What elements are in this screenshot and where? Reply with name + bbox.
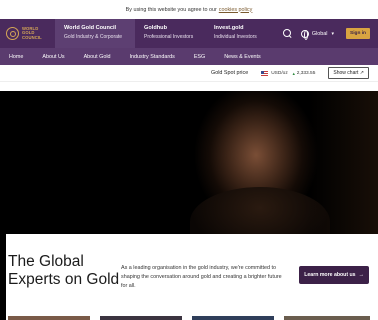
nav-item-about-us[interactable]: About Us <box>42 54 64 60</box>
nav-item-industry-standards[interactable]: Industry Standards <box>130 54 175 60</box>
main-nav: Home About Us About Gold Industry Standa… <box>0 48 378 65</box>
show-chart-button[interactable]: Show chart ↗ <box>328 67 369 79</box>
card-thumb[interactable] <box>100 316 182 320</box>
region-label: Global <box>311 30 328 37</box>
card-thumb[interactable] <box>284 316 370 320</box>
brand-tab-subtitle: Professional Investors <box>144 34 194 40</box>
gold-spot-price-bar: Gold Spot price USD/oz ▲ 2,333.55 Show c… <box>0 65 378 82</box>
card-strip <box>0 316 378 320</box>
header-actions: Global ▾ Sign in <box>282 19 378 48</box>
nav-item-esg[interactable]: ESG <box>194 54 205 60</box>
brand-tab-invest-gold[interactable]: Invest.gold Individual Investors <box>205 19 275 48</box>
card-thumb[interactable] <box>192 316 274 320</box>
cookie-text: By using this website you agree to our <box>125 6 217 13</box>
hero-image <box>0 91 378 234</box>
arrow-right-icon: → <box>358 272 364 278</box>
brand-tab-subtitle: Gold Industry & Corporate <box>64 34 123 40</box>
hero-portrait-silhouette <box>190 187 330 234</box>
nav-item-news-events[interactable]: News & Events <box>224 54 261 60</box>
cookie-policy-link[interactable]: cookies policy <box>219 7 253 13</box>
brand-tab-world-gold-council[interactable]: World Gold Council Gold Industry & Corpo… <box>55 19 135 48</box>
show-chart-label: Show chart <box>333 70 359 76</box>
learn-more-label: Learn more about us <box>304 272 356 278</box>
spot-price-value: 2,333.55 <box>296 70 316 76</box>
nav-item-home[interactable]: Home <box>9 54 23 60</box>
cookie-banner: By using this website you agree to our c… <box>0 0 378 19</box>
us-flag-icon <box>261 70 269 76</box>
wgc-logo[interactable]: WORLD GOLD COUNCIL <box>0 19 55 48</box>
learn-more-button[interactable]: Learn more about us → <box>299 266 369 284</box>
spot-currency: USD/oz <box>271 70 288 76</box>
chevron-down-icon: ▾ <box>331 30 334 37</box>
brand-bar: WORLD GOLD COUNCIL World Gold Council Go… <box>0 19 378 48</box>
sign-in-button[interactable]: Sign in <box>346 28 370 39</box>
nav-item-about-gold[interactable]: About Gold <box>84 54 111 60</box>
logo-wordmark: WORLD GOLD COUNCIL <box>22 25 42 40</box>
logo-emblem-icon <box>6 27 19 40</box>
hero-glow <box>310 91 378 234</box>
brand-tab-title: Invest.gold <box>214 25 244 31</box>
brand-tab-goldhub[interactable]: Goldhub Professional Investors <box>135 19 205 48</box>
hero-copy: As a leading organisation in the gold in… <box>121 265 282 289</box>
brand-tab-subtitle: Individual Investors <box>214 34 257 40</box>
price-up-icon: ▲ <box>291 70 296 76</box>
globe-icon <box>300 29 309 40</box>
brand-tab-title: World Gold Council <box>64 25 117 31</box>
card-thumb[interactable] <box>8 316 90 320</box>
hero-headline: The Global Experts on Gold <box>8 253 120 288</box>
spot-price-label: Gold Spot price <box>211 70 249 76</box>
external-link-icon: ↗ <box>359 70 364 76</box>
brand-tab-title: Goldhub <box>144 25 167 31</box>
hero-panel-edge <box>0 234 6 320</box>
region-selector[interactable]: Global ▾ <box>300 29 334 40</box>
search-icon[interactable] <box>282 29 292 38</box>
